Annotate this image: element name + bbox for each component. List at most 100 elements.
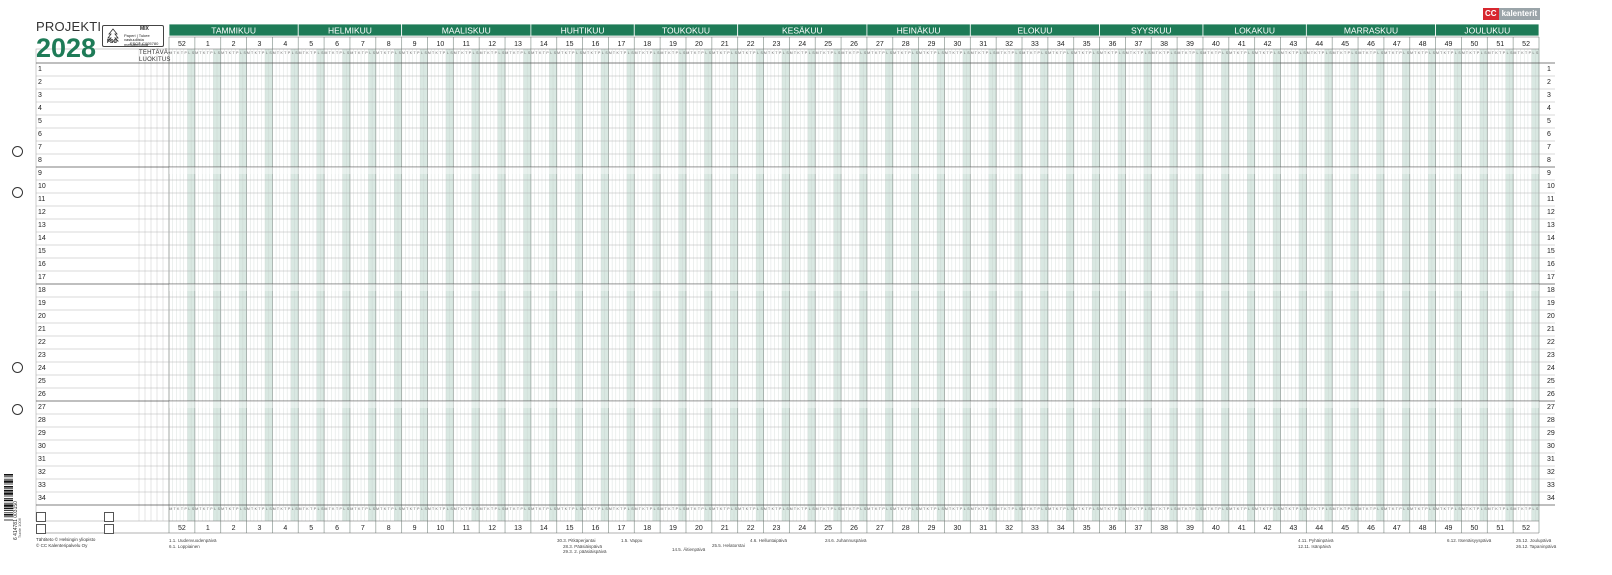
barcode-bar: [4, 498, 13, 499]
weekday-letter: M: [712, 51, 715, 55]
weekday-letter: M: [1074, 507, 1077, 511]
row-number: 17: [38, 274, 46, 281]
weekday-letter: K: [565, 51, 568, 55]
weekday-letter: K: [1392, 507, 1395, 511]
weekday-letter: L: [1300, 507, 1302, 511]
weekday-letter: L: [447, 507, 449, 511]
weekday-letter: M: [299, 51, 302, 55]
weekday-letter: T: [897, 51, 900, 55]
weekday-letter: K: [410, 507, 413, 511]
weekday-letter: M: [583, 51, 586, 55]
weekday-letter: K: [875, 507, 878, 511]
weekday-letter: K: [1108, 51, 1111, 55]
weekday-letter: L: [447, 51, 449, 55]
weekday-letter: L: [1041, 51, 1043, 55]
weekday-letter: P: [546, 51, 549, 55]
checkbox[interactable]: [104, 512, 114, 522]
weekday-letter: K: [668, 51, 671, 55]
weekday-letter: P: [262, 507, 265, 511]
week-number: 28: [902, 41, 910, 48]
weekday-letter: L: [783, 507, 785, 511]
holiday-note: 6.12. Itsenäisyyspäivä: [1447, 538, 1492, 543]
weekday-letter: T: [1182, 507, 1185, 511]
weekday-letter: T: [1060, 51, 1063, 55]
weekday-letter: T: [768, 51, 771, 55]
weekday-letter: T: [975, 507, 978, 511]
week-number: 27: [876, 41, 884, 48]
weekday-letter: M: [816, 507, 819, 511]
weekday-letter: P: [676, 51, 679, 55]
row-number: 13: [1547, 222, 1555, 229]
weekday-letter: K: [823, 507, 826, 511]
weekday-letter: T: [1086, 51, 1089, 55]
weekday-letter: K: [1521, 51, 1524, 55]
weekday-letter: T: [1440, 507, 1443, 511]
weekday-letter: L: [886, 51, 888, 55]
row-number: 28: [1547, 417, 1555, 424]
weekday-letter: T: [569, 507, 572, 511]
row-number: 6: [38, 131, 42, 138]
weekday-letter: K: [1082, 507, 1085, 511]
row-number: 27: [1547, 404, 1555, 411]
weekday-letter: T: [258, 51, 261, 55]
week-number: 22: [747, 41, 755, 48]
weekday-letter: L: [188, 51, 190, 55]
row-number: 16: [1547, 261, 1555, 268]
weekday-letter: T: [1447, 507, 1450, 511]
month-label: LOKAKUU: [1234, 26, 1275, 36]
week-number: 10: [437, 525, 445, 532]
weekday-letter: P: [1115, 507, 1118, 511]
checkbox[interactable]: [36, 512, 46, 522]
weekday-letter: M: [169, 507, 172, 511]
weekday-letter: M: [686, 507, 689, 511]
weekday-letter: T: [956, 507, 959, 511]
row-number: 23: [38, 352, 46, 359]
weekday-letter: T: [1130, 51, 1133, 55]
row-number: 14: [1547, 235, 1555, 242]
weekday-letter: T: [1388, 507, 1391, 511]
weekday-letter: T: [768, 507, 771, 511]
weekday-letter: M: [428, 507, 431, 511]
weekday-letter: P: [1244, 507, 1247, 511]
weekday-letter: T: [1414, 51, 1417, 55]
holiday-note: 24.6. Juhannuspäivä: [825, 538, 867, 543]
week-number: 41: [1238, 41, 1246, 48]
weekday-letter: L: [938, 507, 940, 511]
fsc-mix: MIX: [140, 26, 149, 32]
weekday-letter: P: [1037, 51, 1040, 55]
category-header-line-1: TEHTÄVÄ-: [139, 50, 171, 56]
weekday-letter: T: [646, 51, 649, 55]
weekday-letter: P: [1167, 507, 1170, 511]
weekday-letter: P: [650, 51, 653, 55]
weekday-letter: T: [388, 51, 391, 55]
week-number: 52: [1522, 525, 1530, 532]
barcode-bar: [4, 512, 13, 514]
week-number: 50: [1470, 525, 1478, 532]
row-number: 28: [38, 417, 46, 424]
checkbox[interactable]: [36, 524, 46, 534]
weekday-letter: L: [343, 51, 345, 55]
weekday-letter: P: [236, 51, 239, 55]
weekday-letter: T: [853, 507, 856, 511]
title-year: 2028: [36, 33, 97, 63]
weekday-letter: K: [1004, 507, 1007, 511]
checkbox[interactable]: [104, 524, 114, 534]
weekday-letter: T: [794, 51, 797, 55]
weekday-letter: P: [520, 51, 523, 55]
weekday-letter: M: [195, 507, 198, 511]
title-subtitle: PROJEKTI: [36, 19, 102, 34]
weekday-letter: M: [841, 51, 844, 55]
weekday-letter: T: [1344, 507, 1347, 511]
weekday-letter: T: [1344, 51, 1347, 55]
weekday-letter: T: [672, 507, 675, 511]
weekday-letter: T: [388, 507, 391, 511]
weekday-letter: T: [690, 507, 693, 511]
weekday-letter: P: [1037, 507, 1040, 511]
weekday-letter: K: [1030, 51, 1033, 55]
weekday-letter: M: [428, 51, 431, 55]
holiday-note: 4.6. Helluntaipäivä: [750, 538, 788, 543]
weekday-letter: M: [376, 507, 379, 511]
weekday-letter: T: [413, 51, 416, 55]
holiday-note: 1.5. Vappu: [621, 538, 643, 543]
weekday-letter: M: [867, 51, 870, 55]
